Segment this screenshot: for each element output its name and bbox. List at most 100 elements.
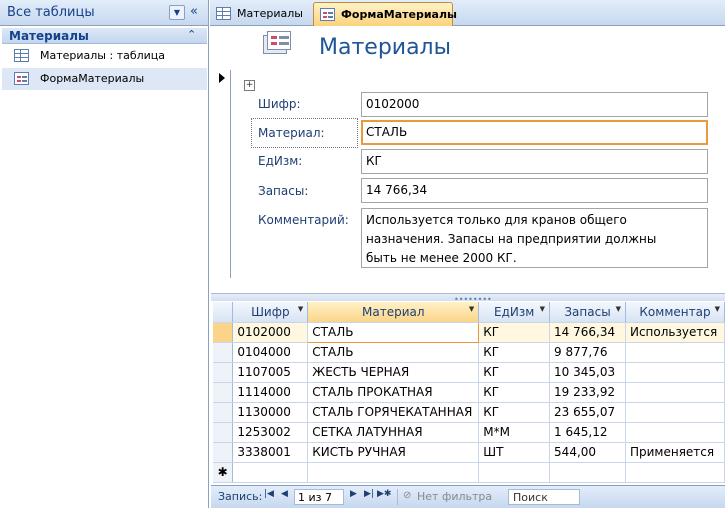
row-selector[interactable] [213,382,234,403]
table-cell[interactable]: 1114000 [232,382,309,403]
table-cell[interactable]: КГ [478,402,551,423]
column-dropdown-icon[interactable]: ▼ [616,305,621,313]
nav-item-materials-form[interactable]: ФормаМатериалы [2,68,207,90]
comment-field[interactable]: Используется только для кранов общего на… [361,208,708,268]
row-selector[interactable] [213,322,234,343]
collapse-group-icon[interactable]: ⌃ [187,28,196,41]
table-cell[interactable]: 3338001 [232,442,309,463]
table-cell[interactable]: СТАЛЬ ГОРЯЧЕКАТАННАЯ [307,402,480,423]
new-record-marker-icon[interactable]: ✱ [213,462,234,483]
table-cell[interactable]: СЕТКА ЛАТУННАЯ [307,422,480,443]
table-cell[interactable] [625,462,725,483]
column-header-stock[interactable]: Запасы ▼ [549,302,626,323]
table-row[interactable]: 1114000 СТАЛЬ ПРОКАТНАЯ КГ 19 233,92 [213,382,725,403]
first-record-icon[interactable]: |◀ [264,489,274,499]
row-selector[interactable] [213,442,234,463]
table-cell[interactable]: М*М [478,422,551,443]
table-cell[interactable] [625,342,725,363]
row-selector[interactable] [213,422,234,443]
column-dropdown-icon[interactable]: ▼ [298,305,303,313]
column-dropdown-icon[interactable]: ▼ [469,305,474,313]
table-cell[interactable]: КГ [478,322,551,343]
table-cell[interactable]: СТАЛЬ ПРОКАТНАЯ [307,382,480,403]
table-cell[interactable]: 14 766,34 [549,322,626,343]
table-cell[interactable]: 1130000 [232,402,309,423]
code-field[interactable]: 0102000 [361,92,708,117]
table-cell[interactable]: 10 345,03 [549,362,626,383]
nav-header[interactable]: Все таблицы ▼ « [0,0,208,26]
table-cell[interactable]: 9 877,76 [549,342,626,363]
column-dropdown-icon[interactable]: ▼ [540,305,545,313]
nav-title[interactable]: Все таблицы [7,5,95,20]
table-cell[interactable] [307,462,480,483]
no-filter-button[interactable]: Нет фильтра [417,490,492,503]
table-row[interactable]: 1130000 СТАЛЬ ГОРЯЧЕКАТАННАЯ КГ 23 655,0… [213,402,725,423]
row-selector[interactable] [213,362,234,383]
previous-record-icon[interactable]: ◀ [281,489,288,499]
row-selector[interactable] [213,402,234,423]
table-cell[interactable]: Применяется [625,442,725,463]
table-cell[interactable]: 0104000 [232,342,309,363]
nav-collapse-icon[interactable]: « [190,4,198,19]
field-label-comment: Комментарий: [258,213,349,227]
tab-materials-form[interactable]: ФормаМатериалы [313,2,457,26]
table-cell[interactable] [625,402,725,423]
tab-label: Материалы [237,7,303,20]
table-cell[interactable]: 0102000 [232,322,309,343]
table-cell[interactable]: 23 655,07 [549,402,626,423]
table-cell[interactable]: 544,00 [549,442,626,463]
unit-field[interactable]: КГ [361,149,708,174]
table-row[interactable]: 1253002 СЕТКА ЛАТУННАЯ М*М 1 645,12 [213,422,725,443]
column-header-material[interactable]: Материал ▼ [307,302,480,323]
column-header-unit[interactable]: ЕдИзм ▼ [478,302,551,323]
table-cell[interactable]: 1 645,12 [549,422,626,443]
table-row[interactable]: 0104000 СТАЛЬ КГ 9 877,76 [213,342,725,363]
nav-group-header[interactable]: Материалы ⌃ [2,28,207,44]
table-row[interactable]: 0102000 СТАЛЬ КГ 14 766,34 Используется [213,321,725,343]
filter-icon[interactable]: ⊘ [403,490,411,501]
table-cell[interactable]: ЖЕСТЬ ЧЕРНАЯ [307,362,480,383]
table-cell[interactable]: КГ [478,382,551,403]
table-cell[interactable]: Используется [625,322,725,343]
table-cell[interactable]: 1253002 [232,422,309,443]
table-cell[interactable]: КГ [478,362,551,383]
table-cell[interactable] [625,422,725,443]
material-field[interactable]: СТАЛЬ [361,120,708,145]
record-position-input[interactable]: 1 из 7 [294,489,344,505]
table-row[interactable]: 1107005 ЖЕСТЬ ЧЕРНАЯ КГ 10 345,03 [213,362,725,383]
record-label: Запись: [218,490,263,503]
stock-field[interactable]: 14 766,34 [361,178,708,203]
table-cell[interactable] [549,462,626,483]
datasheet: Шифр ▼ Материал ▼ ЕдИзм ▼ Запасы ▼ Комментар… [213,302,725,485]
column-dropdown-icon[interactable]: ▼ [715,305,720,313]
table-cell[interactable]: КИСТЬ РУЧНАЯ [307,442,480,463]
select-all-corner[interactable] [213,302,234,323]
table-cell[interactable] [478,462,551,483]
nav-dropdown-icon[interactable]: ▼ [169,5,185,20]
next-record-icon[interactable]: ▶ [350,489,357,499]
table-row[interactable]: 3338001 КИСТЬ РУЧНАЯ ШТ 544,00 Применяет… [213,442,725,463]
table-icon [216,7,231,20]
nav-item-materials-table[interactable]: Материалы : таблица [2,45,207,67]
move-handle-icon[interactable]: + [244,80,255,91]
tab-materials-table[interactable]: Материалы [210,2,310,26]
table-cell[interactable] [625,362,725,383]
table-cell[interactable]: КГ [478,342,551,363]
column-header-code[interactable]: Шифр ▼ [232,302,309,323]
last-record-icon[interactable]: ▶| [364,489,374,499]
table-cell-editing[interactable]: СТАЛЬ [307,321,480,343]
table-cell[interactable]: СТАЛЬ [307,342,480,363]
table-cell[interactable]: ШТ [478,442,551,463]
table-cell[interactable]: 19 233,92 [549,382,626,403]
split-form-splitter[interactable]: •••••••• [211,293,725,304]
new-record-icon[interactable]: ▶✱ [377,489,391,499]
table-cell[interactable] [625,382,725,403]
column-header-comment[interactable]: Комментар ▼ [625,302,725,323]
search-input[interactable]: Поиск [508,489,580,505]
table-cell[interactable]: 1107005 [232,362,309,383]
row-selector[interactable] [213,342,234,363]
new-record-row[interactable]: ✱ [213,462,725,483]
table-cell[interactable] [232,462,309,483]
form-icon [263,31,291,55]
record-selector[interactable] [214,70,231,278]
